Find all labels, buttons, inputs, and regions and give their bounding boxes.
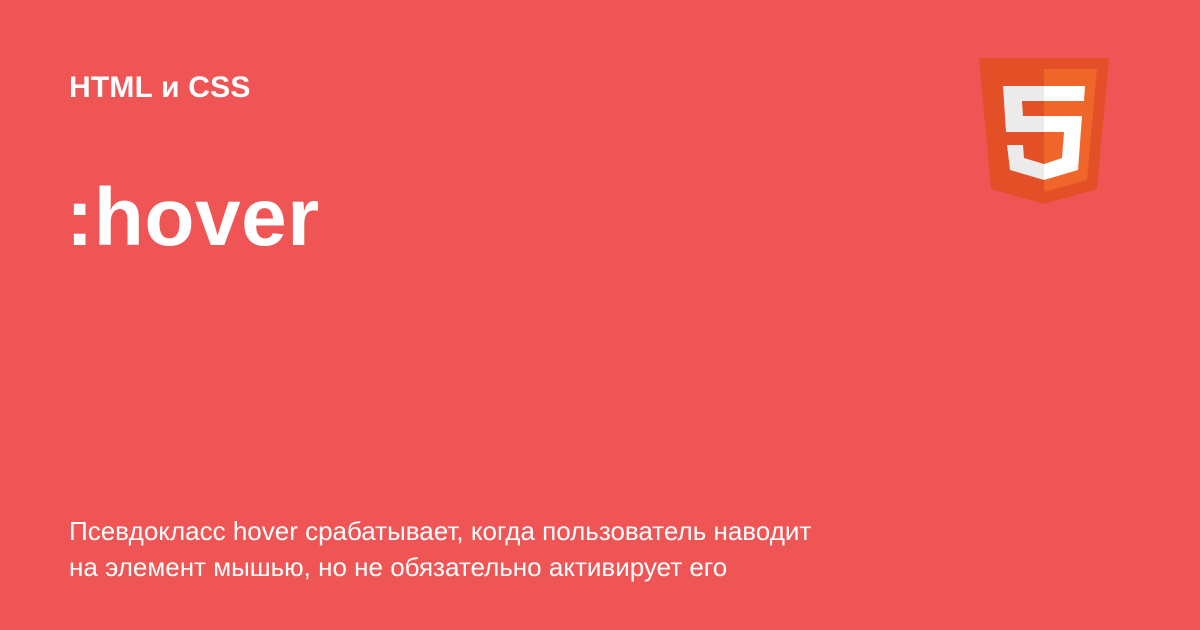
description-line-2: на элемент мышью, но не обязательно акти… — [69, 552, 728, 582]
description: Псевдокласс hover срабатывает, когда пол… — [69, 513, 929, 585]
share-card: HTML и CSS :hover Псевдокласс hover сраб… — [0, 0, 1200, 630]
page-title: :hover — [66, 172, 320, 263]
category-label: HTML и CSS — [69, 71, 251, 104]
html5-digit-right — [1044, 86, 1085, 101]
description-line-1: Псевдокласс hover срабатывает, когда пол… — [69, 516, 812, 546]
html5-logo-icon — [979, 58, 1109, 204]
